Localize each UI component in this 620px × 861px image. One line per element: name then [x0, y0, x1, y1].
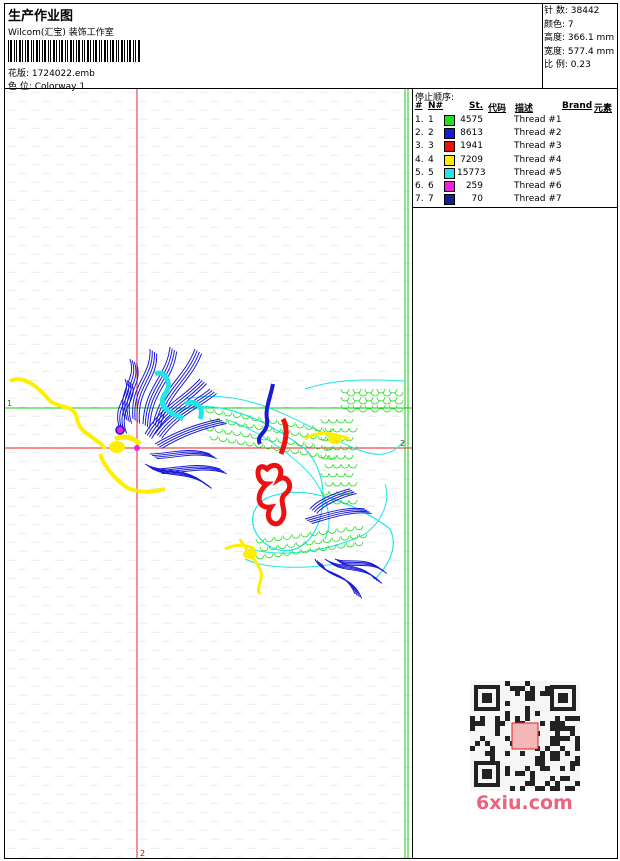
- header-panel: 生产作业图 Wilcom(汇宝) 装饰工作室 花版: 1724022.emb 色…: [5, 4, 542, 92]
- watermark-site: 6xiu.com: [476, 792, 573, 814]
- row-num: 7.: [415, 194, 424, 205]
- stat-height: 高度: 366.1 mm: [544, 33, 615, 43]
- row-no: 3: [428, 141, 434, 152]
- row-desc: Thread #7: [514, 194, 562, 205]
- sequence-row: 6. 6 259 Thread #6: [413, 181, 618, 194]
- row-stitches: 7209: [460, 154, 483, 165]
- row-no: 7: [428, 194, 434, 205]
- row-stitches: 4575: [460, 115, 483, 125]
- sequence-row: 1. 1 4575 Thread #1: [413, 115, 618, 128]
- row-num: 5.: [415, 167, 424, 178]
- marker-top: 1: [7, 399, 12, 408]
- row-desc: Thread #2: [514, 128, 562, 139]
- col-element: 元素: [594, 104, 613, 114]
- sequence-row: 7. 7 70 Thread #7: [413, 194, 618, 207]
- company-name: Wilcom(汇宝) 装饰工作室: [8, 28, 114, 38]
- design-canvas: 1 2 2: [5, 89, 412, 858]
- row-stitches: 70: [471, 194, 483, 205]
- row-desc: Thread #1: [514, 115, 562, 125]
- row-num: 1.: [415, 115, 424, 125]
- stats-divider: [542, 3, 543, 88]
- row-desc: Thread #6: [514, 181, 562, 191]
- sequence-row: 5. 5 15773 Thread #5: [413, 167, 618, 181]
- color-swatch: [444, 115, 455, 126]
- color-swatch: [444, 194, 455, 206]
- row-num: 3.: [415, 141, 424, 152]
- qr-code: [470, 681, 580, 791]
- row-stitches: 259: [465, 181, 483, 191]
- color-swatch: [444, 154, 455, 166]
- color-swatch: [444, 181, 455, 192]
- stat-stitches: 针 数: 38442: [544, 6, 600, 16]
- row-no: 2: [428, 128, 434, 139]
- row-num: 2.: [415, 128, 424, 139]
- page-title: 生产作业图: [8, 9, 74, 24]
- row-no: 5: [428, 167, 434, 178]
- color-swatch: [444, 141, 455, 153]
- embroidery-preview: 1 2 2: [5, 89, 412, 858]
- row-no: 6: [428, 181, 434, 191]
- stat-width: 宽度: 577.4 mm: [544, 46, 615, 57]
- row-stitches: 1941: [460, 141, 483, 152]
- col-num: #: [415, 101, 423, 111]
- row-stitches: 15773: [457, 167, 486, 178]
- stats-panel: 针 数: 38442 颜色: 7 高度: 366.1 mm 宽度: 577.4 …: [544, 5, 616, 73]
- row-num: 6.: [415, 181, 424, 191]
- stat-colors: 颜色: 7: [544, 19, 574, 30]
- row-stitches: 8613: [460, 128, 483, 139]
- color-swatch: [444, 167, 455, 179]
- col-desc: 描述: [515, 104, 534, 114]
- sequence-row: 4. 4 7209 Thread #4: [413, 154, 618, 168]
- row-desc: Thread #5: [514, 167, 562, 178]
- row-desc: Thread #4: [514, 154, 562, 165]
- sequence-row: 3. 3 1941 Thread #3: [413, 141, 618, 154]
- row-num: 4.: [415, 154, 424, 165]
- stat-scale: 比 例: 0.23: [544, 60, 591, 70]
- marker-bottom: 2: [140, 849, 145, 858]
- color-swatch: [444, 128, 455, 140]
- seal-icon: [511, 722, 539, 750]
- col-st: St.: [469, 101, 484, 111]
- stop-sequence-table: 停止顺序: # N# St. 代码 描述 Brand 元素 1. 1 4575 Thr…: [413, 89, 618, 208]
- design-file: 花版: 1724022.emb: [8, 69, 95, 79]
- row-desc: Thread #3: [514, 141, 562, 152]
- row-no: 4: [428, 154, 434, 165]
- col-no: N#: [428, 101, 444, 111]
- row-no: 1: [428, 115, 434, 125]
- col-brand: Brand: [562, 101, 593, 111]
- col-code: 代码: [488, 104, 507, 114]
- barcode: [8, 40, 140, 62]
- sequence-row: 2. 2 8613 Thread #2: [413, 128, 618, 141]
